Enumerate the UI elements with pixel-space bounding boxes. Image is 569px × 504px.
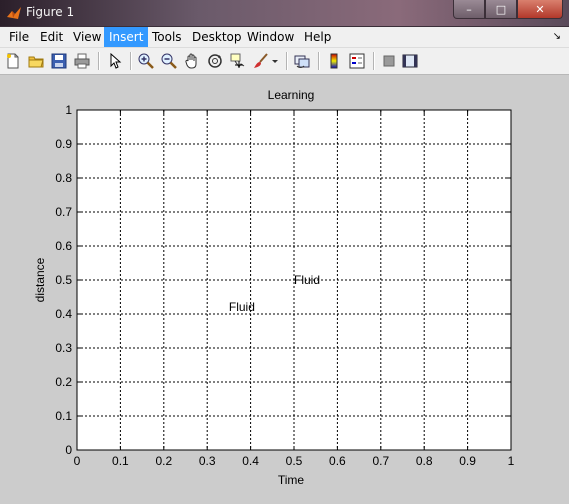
toolbar-separator — [98, 52, 100, 70]
toolbar-separator — [373, 52, 375, 70]
maximize-button[interactable]: □ — [485, 0, 517, 19]
x-tick-label: 0.6 — [329, 454, 346, 468]
y-tick-label: 0.8 — [55, 171, 72, 185]
y-tick-label: 0 — [65, 443, 72, 457]
x-axis-label: Time — [278, 473, 305, 487]
x-tick-label: 0 — [74, 454, 81, 468]
window-title: Figure 1 — [26, 5, 75, 19]
x-tick-label: 0.2 — [155, 454, 172, 468]
x-tick-label: 0.1 — [112, 454, 129, 468]
x-tick-label: 0.4 — [242, 454, 259, 468]
x-tick-label: 0.8 — [416, 454, 433, 468]
open-folder-icon[interactable] — [27, 52, 45, 70]
close-button[interactable]: ✕ — [517, 0, 563, 19]
y-tick-label: 0.2 — [55, 375, 72, 389]
x-tick-label: 0.3 — [199, 454, 216, 468]
legend-icon[interactable] — [348, 52, 366, 70]
menu-window[interactable]: Window — [242, 27, 299, 47]
menu-overflow-arrow-icon[interactable]: ↘ — [553, 31, 561, 42]
y-tick-label: 1 — [65, 103, 72, 117]
menu-file[interactable]: File — [4, 27, 34, 47]
rotate-3d-icon[interactable] — [206, 52, 224, 70]
figure-window: Figure 1 – □ ✕ File Edit View Insert Too… — [0, 0, 569, 504]
y-tick-label: 0.1 — [55, 409, 72, 423]
chart-title: Learning — [268, 88, 315, 102]
toolbar-separator — [130, 52, 132, 70]
pointer-icon[interactable] — [106, 52, 124, 70]
annotation-text[interactable]: Fluid — [229, 300, 255, 314]
link-plot-icon[interactable] — [293, 52, 311, 70]
new-file-icon[interactable] — [4, 52, 22, 70]
menu-desktop[interactable]: Desktop — [187, 27, 247, 47]
save-icon[interactable] — [50, 52, 68, 70]
hide-plot-tools-icon[interactable] — [380, 52, 398, 70]
menu-edit[interactable]: Edit — [35, 27, 68, 47]
brush-dropdown-icon[interactable] — [270, 52, 280, 70]
y-tick-label: 0.4 — [55, 307, 72, 321]
title-bar[interactable]: Figure 1 – □ ✕ — [0, 0, 569, 27]
brush-icon[interactable] — [252, 52, 270, 70]
menu-tools[interactable]: Tools — [147, 27, 187, 47]
y-tick-label: 0.7 — [55, 205, 72, 219]
menu-insert[interactable]: Insert — [104, 27, 149, 47]
annotation-text[interactable]: Fluid — [294, 273, 320, 287]
colorbar-icon[interactable] — [325, 52, 343, 70]
minimize-button[interactable]: – — [453, 0, 485, 19]
y-tick-label: 0.6 — [55, 239, 72, 253]
menu-bar: File Edit View Insert Tools Desktop Wind… — [0, 27, 569, 48]
figure-canvas: 0 0.1 0.2 0.3 0.4 0.5 0.6 0.7 0.8 0.9 1 0 0.1 0.2 0.3 0… — [0, 75, 569, 504]
y-tick-label: 0.5 — [55, 273, 72, 287]
menu-view[interactable]: View — [68, 27, 106, 47]
figure-toolbar — [0, 48, 569, 75]
y-tick-label: 0.9 — [55, 137, 72, 151]
toolbar-separator — [286, 52, 288, 70]
x-tick-label: 1 — [508, 454, 515, 468]
print-icon[interactable] — [73, 52, 91, 70]
matlab-icon — [7, 7, 21, 19]
x-tick-label: 0.9 — [459, 454, 476, 468]
zoom-in-icon[interactable] — [137, 52, 155, 70]
zoom-out-icon[interactable] — [160, 52, 178, 70]
y-tick-label: 0.3 — [55, 341, 72, 355]
pan-hand-icon[interactable] — [183, 52, 201, 70]
x-tick-label: 0.5 — [286, 454, 303, 468]
toolbar-separator — [318, 52, 320, 70]
x-tick-label: 0.7 — [372, 454, 389, 468]
y-axis-label: distance — [33, 257, 47, 302]
show-plot-tools-icon[interactable] — [401, 52, 419, 70]
data-cursor-icon[interactable] — [229, 52, 247, 70]
menu-help[interactable]: Help — [299, 27, 336, 47]
plot-area: 0 0.1 0.2 0.3 0.4 0.5 0.6 0.7 0.8 0.9 1 0 0.1 0.2 0.3 0… — [33, 88, 515, 487]
